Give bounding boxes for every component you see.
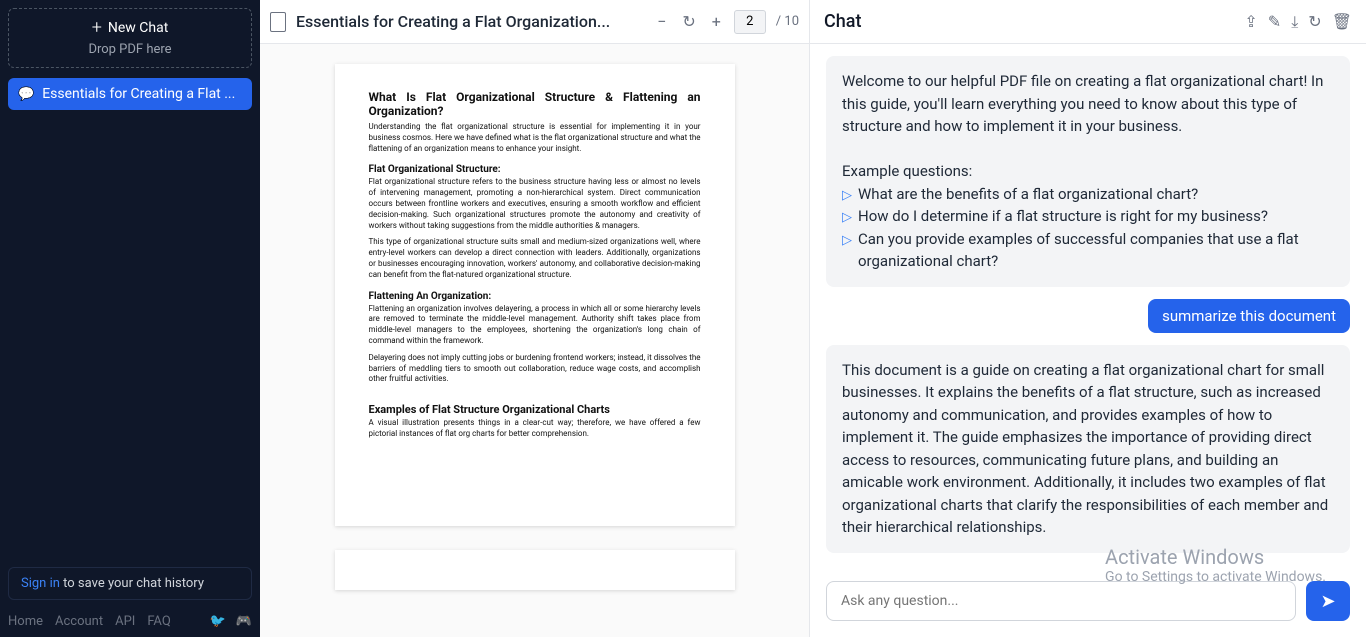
pdf-para: Delayering does not imply cutting jobs o… [369, 353, 701, 385]
triangle-icon [842, 205, 852, 228]
chat-messages[interactable]: Welcome to our helpful PDF file on creat… [810, 44, 1366, 571]
pdf-para: Understanding the flat organizational st… [369, 122, 701, 154]
example-questions-heading: Example questions: [842, 160, 1334, 183]
link-api[interactable]: API [115, 614, 135, 629]
chat-header: Chat ⇪ ✎ ⤓ ↻ 🗑 [810, 0, 1366, 44]
triangle-icon [842, 228, 852, 251]
pdf-scroll-area[interactable]: What Is Flat Organizational Structure & … [260, 44, 809, 637]
page-number-input[interactable] [734, 10, 766, 34]
pdf-heading-1: What Is Flat Organizational Structure & … [369, 90, 701, 118]
sidebar-toggle-icon[interactable] [270, 12, 286, 32]
delete-icon[interactable]: 🗑 [1332, 12, 1352, 32]
drop-pdf-label: Drop PDF here [17, 42, 243, 57]
download-icon[interactable]: ⤓ [1291, 12, 1298, 32]
send-button[interactable]: ➤ [1306, 581, 1350, 621]
bot-message: Welcome to our helpful PDF file on creat… [826, 56, 1350, 287]
pdf-para: This type of organizational structure su… [369, 237, 701, 280]
sidebar: New Chat Drop PDF here Essentials for Cr… [0, 0, 260, 637]
chat-actions: ⇪ ✎ ⤓ ↻ 🗑 [1244, 12, 1352, 32]
signin-prompt[interactable]: Sign in to save your chat history [8, 567, 252, 600]
user-message-row: summarize this document [826, 299, 1350, 333]
sidebar-chat-item-active[interactable]: Essentials for Creating a Flat ... [8, 78, 252, 110]
link-faq[interactable]: FAQ [147, 614, 170, 629]
signin-rest: to save your chat history [60, 576, 204, 591]
pdf-page-next [335, 550, 735, 590]
chat-input[interactable] [826, 581, 1296, 621]
new-chat-dropzone[interactable]: New Chat Drop PDF here [8, 8, 252, 68]
zoom-in-button[interactable]: + [709, 12, 724, 31]
new-chat-button[interactable]: New Chat [92, 17, 169, 38]
page-total-label: / 10 [776, 14, 799, 29]
chat-bubble-icon [18, 86, 34, 102]
user-message: summarize this document [1148, 299, 1350, 333]
refresh-icon[interactable]: ↻ [1308, 12, 1321, 32]
plus-icon [92, 17, 102, 38]
pdf-heading-4: Examples of Flat Structure Organizationa… [369, 403, 701, 416]
signin-link[interactable]: Sign in [21, 576, 60, 591]
pdf-para: Flat organizational structure refers to … [369, 177, 701, 231]
chat-pane: Chat ⇪ ✎ ⤓ ↻ 🗑 Welcome to our helpful PD… [810, 0, 1366, 637]
example-question[interactable]: How do I determine if a flat structure i… [842, 205, 1334, 228]
discord-icon[interactable]: 🎮 [236, 614, 252, 629]
bot-message: This document is a guide on creating a f… [826, 345, 1350, 553]
triangle-icon [842, 183, 852, 206]
twitter-icon[interactable]: 🐦 [210, 614, 226, 629]
document-title: Essentials for Creating a Flat Organizat… [296, 12, 644, 31]
pdf-heading-2: Flat Organizational Structure: [369, 164, 701, 175]
pdf-toolbar: Essentials for Creating a Flat Organizat… [260, 0, 809, 44]
pdf-para: A visual illustration presents things in… [369, 418, 701, 440]
link-account[interactable]: Account [55, 614, 103, 629]
chat-list: Essentials for Creating a Flat ... [8, 78, 252, 567]
new-chat-label: New Chat [108, 20, 168, 36]
bot-welcome-text: Welcome to our helpful PDF file on creat… [842, 70, 1334, 138]
example-question[interactable]: What are the benefits of a flat organiza… [842, 183, 1334, 206]
rotate-button[interactable]: ↻ [679, 12, 698, 31]
example-question[interactable]: Can you provide examples of successful c… [842, 228, 1334, 273]
pdf-page: What Is Flat Organizational Structure & … [335, 64, 735, 526]
sidebar-bottom: Sign in to save your chat history Home A… [8, 567, 252, 629]
share-icon[interactable]: ⇪ [1244, 12, 1257, 32]
footer-links: Home Account API FAQ 🐦 🎮 [8, 614, 252, 629]
pdf-para: Flattening an organization involves dela… [369, 304, 701, 347]
pdf-viewer-pane: Essentials for Creating a Flat Organizat… [260, 0, 810, 637]
link-home[interactable]: Home [8, 614, 43, 629]
send-icon: ➤ [1320, 591, 1335, 612]
pdf-heading-3: Flattening An Organization: [369, 291, 701, 302]
edit-icon[interactable]: ✎ [1268, 12, 1281, 32]
chat-title: Chat [824, 11, 861, 32]
chat-item-label: Essentials for Creating a Flat ... [42, 86, 235, 102]
zoom-out-button[interactable]: − [654, 12, 669, 31]
chat-input-row: ➤ Activate Windows Go to Settings to act… [810, 571, 1366, 637]
